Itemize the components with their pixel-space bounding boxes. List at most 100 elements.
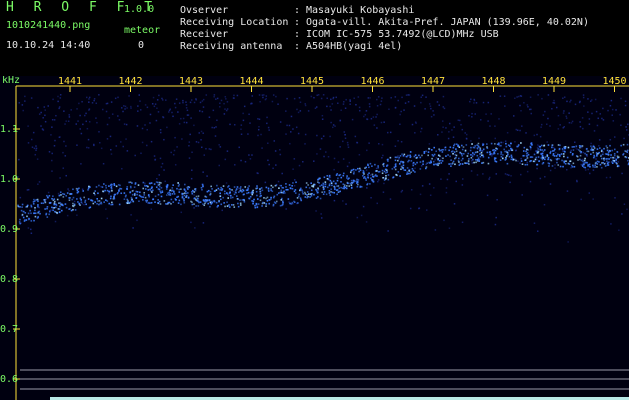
signal-dot [194, 189, 197, 192]
noise-dot [517, 160, 519, 162]
signal-dot [165, 194, 168, 196]
signal-dot [624, 150, 626, 152]
x-tick-label: 1449 [542, 76, 566, 87]
signal-dot [120, 188, 123, 190]
signal-dot [268, 202, 271, 205]
signal-dot [415, 157, 418, 159]
noise-dot [504, 173, 507, 175]
signal-dot [367, 176, 369, 179]
noise-dot [139, 109, 142, 111]
noise-dot [233, 94, 235, 97]
signal-dot [166, 192, 169, 195]
noise-dot [504, 105, 506, 107]
signal-dot [48, 194, 51, 197]
noise-dot [592, 198, 594, 200]
noise-dot [240, 133, 243, 136]
noise-dot [185, 107, 188, 109]
noise-dot [470, 140, 472, 142]
noise-dot [490, 113, 492, 115]
signal-dot [611, 161, 613, 163]
signal-dot [596, 163, 599, 165]
signal-dot [123, 192, 126, 194]
noise-dot [243, 105, 246, 108]
signal-dot [356, 185, 359, 188]
signal-dot [270, 196, 272, 199]
signal-dot [186, 192, 189, 194]
signal-dot [297, 195, 300, 198]
signal-dot [441, 151, 444, 153]
noise-dot [85, 112, 87, 115]
signal-dot [176, 187, 178, 190]
noise-dot [81, 100, 83, 103]
noise-dot [452, 136, 455, 138]
signal-dot [34, 206, 36, 209]
noise-dot [598, 145, 600, 147]
noise-dot [64, 155, 67, 157]
noise-dot [407, 94, 409, 96]
signal-dot [183, 198, 185, 200]
noise-dot [87, 147, 90, 149]
signal-dot [464, 162, 466, 164]
signal-dot [180, 188, 182, 190]
signal-dot [342, 183, 345, 185]
noise-dot [65, 120, 67, 122]
signal-dot [72, 208, 74, 211]
signal-dot [556, 161, 558, 164]
signal-dot [263, 202, 266, 204]
signal-dot [236, 195, 238, 197]
signal-dot [338, 174, 340, 177]
signal-dot [371, 180, 374, 182]
signal-dot [183, 192, 186, 194]
signal-dot [266, 196, 269, 199]
signal-dot [561, 148, 564, 150]
noise-dot [610, 99, 613, 102]
signal-dot [607, 151, 610, 153]
signal-dot [593, 154, 595, 157]
signal-dot [383, 179, 386, 181]
signal-dot [616, 151, 619, 153]
signal-dot [355, 180, 357, 183]
noise-dot [367, 97, 370, 99]
noise-dot [38, 181, 41, 183]
y-tick-label: 1.0 [0, 174, 18, 185]
signal-dot [562, 165, 564, 168]
noise-dot [161, 162, 164, 165]
noise-dot [144, 182, 146, 185]
noise-dot [141, 127, 144, 130]
signal-dot [476, 144, 478, 146]
noise-dot [365, 110, 368, 112]
noise-dot [554, 167, 556, 169]
noise-dot [526, 161, 528, 164]
noise-dot [316, 94, 318, 97]
signal-dot [481, 150, 483, 152]
signal-dot [197, 205, 200, 207]
signal-dot [144, 199, 147, 202]
signal-dot [187, 188, 189, 190]
noise-dot [387, 230, 389, 232]
signal-dot [246, 192, 248, 195]
signal-dot [208, 199, 211, 201]
signal-dot [33, 212, 35, 215]
noise-dot [281, 172, 283, 175]
signal-dot [19, 222, 21, 225]
noise-dot [625, 126, 627, 128]
signal-dot [355, 169, 357, 171]
noise-dot [496, 198, 498, 201]
signal-dot [74, 209, 77, 211]
signal-dot [362, 171, 365, 174]
signal-dot [406, 171, 409, 173]
signal-dot [350, 179, 353, 182]
signal-dot [194, 188, 197, 190]
noise-dot [376, 98, 378, 101]
noise-dot [529, 148, 532, 151]
signal-dot [100, 197, 103, 200]
noise-dot [153, 105, 156, 108]
signal-dot [28, 218, 31, 220]
noise-dot [136, 219, 138, 222]
noise-dot [623, 203, 626, 205]
signal-dot [51, 197, 53, 200]
signal-dot [597, 152, 599, 155]
noise-dot [210, 148, 212, 151]
signal-dot [110, 186, 113, 188]
noise-dot [542, 114, 545, 116]
